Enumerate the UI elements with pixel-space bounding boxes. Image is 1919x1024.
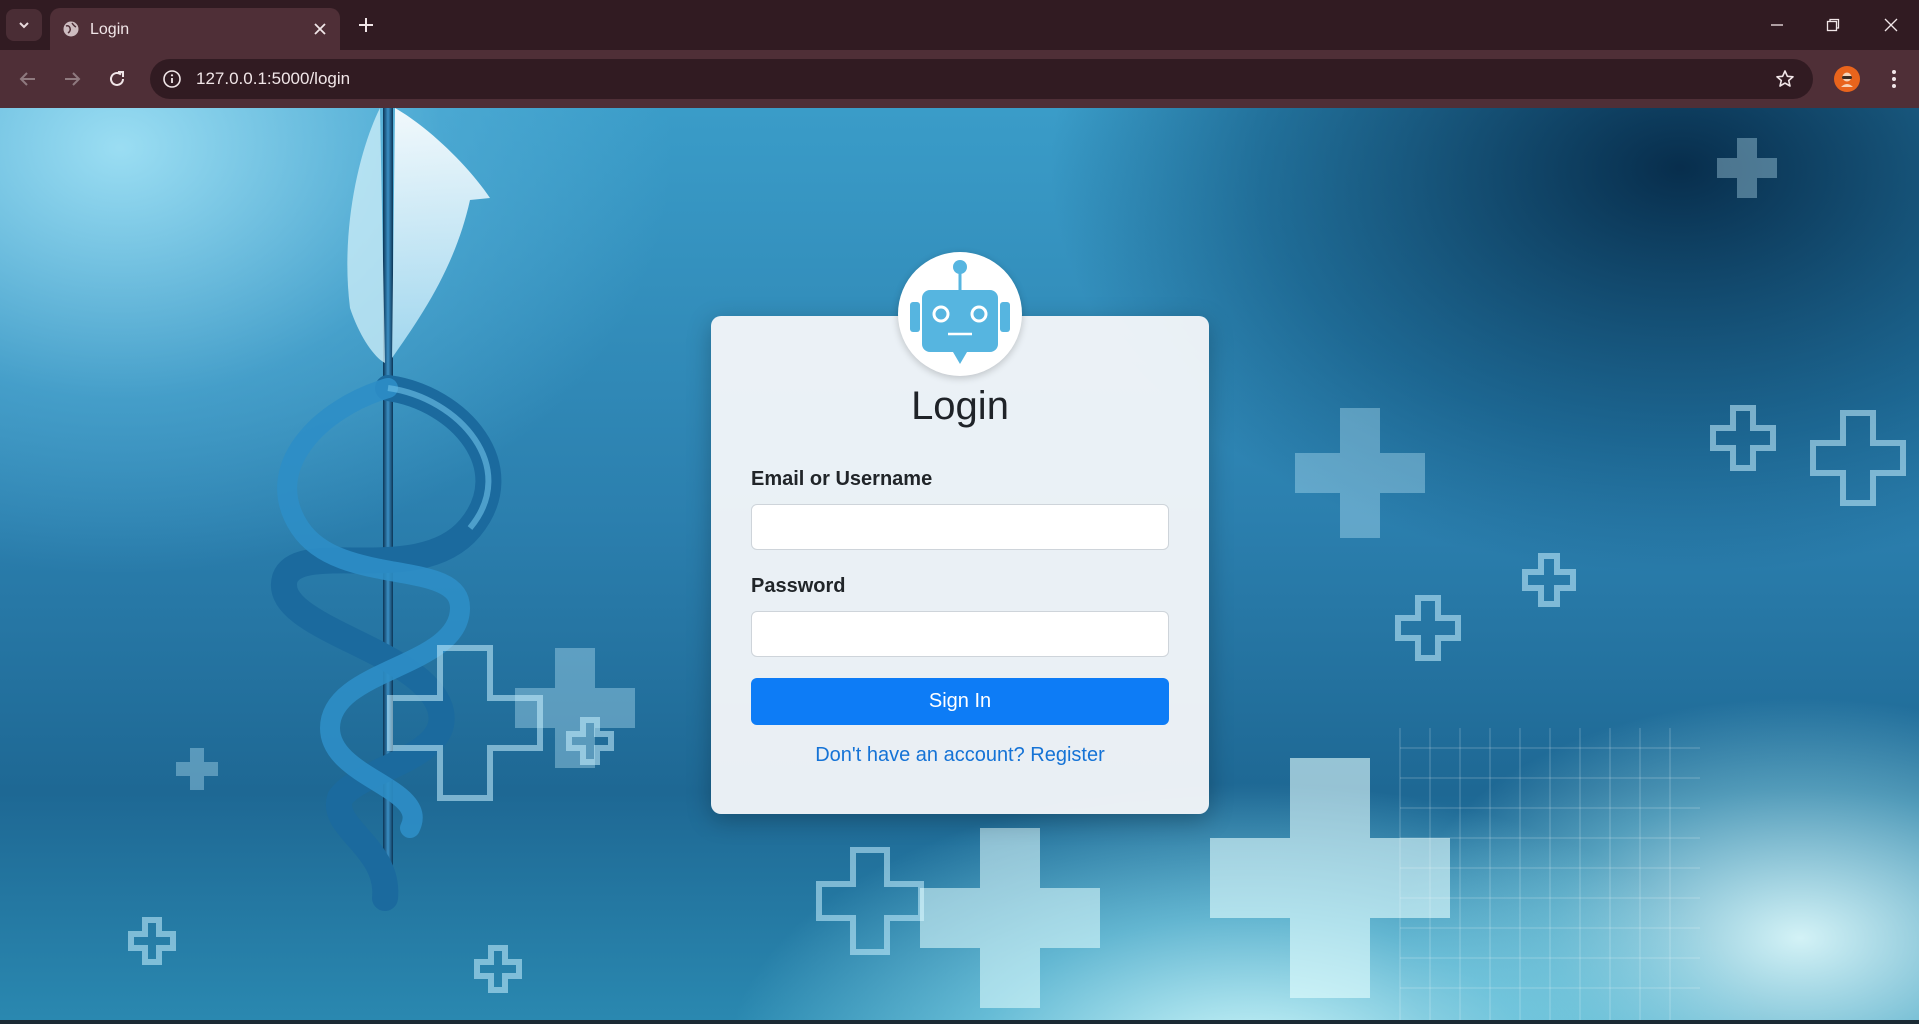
sign-in-button[interactable]: Sign In — [751, 678, 1169, 725]
window-close-icon — [1884, 18, 1898, 32]
reload-button[interactable] — [103, 65, 131, 93]
site-info-button[interactable] — [160, 67, 184, 91]
wing-left — [347, 108, 385, 363]
restore-button[interactable] — [1818, 10, 1848, 40]
robot-icon — [910, 260, 1010, 364]
forward-button[interactable] — [58, 65, 86, 93]
browser-toolbar: 127.0.0.1:5000/login — [0, 50, 1919, 108]
plus-icon — [359, 18, 373, 32]
minimize-icon — [1771, 24, 1783, 26]
password-field[interactable] — [751, 611, 1169, 657]
login-title: Login — [911, 384, 1009, 428]
browser-tab-strip: Login — [0, 0, 1919, 50]
address-bar[interactable]: 127.0.0.1:5000/login — [150, 59, 1813, 99]
site-info-icon — [163, 70, 181, 88]
reload-icon — [110, 71, 124, 86]
chevron-down-icon — [19, 22, 29, 29]
url-text: 127.0.0.1:5000/login — [196, 69, 351, 88]
profile-icon — [1841, 72, 1853, 87]
avatar — [898, 252, 1022, 376]
kebab-menu-icon — [1892, 70, 1896, 88]
star-icon — [1776, 70, 1794, 87]
tab-close-button[interactable] — [310, 19, 330, 39]
email-field[interactable] — [751, 504, 1169, 550]
bookmark-button[interactable] — [1773, 67, 1797, 91]
restore-icon — [1826, 18, 1840, 32]
tab-list-button[interactable] — [6, 9, 42, 41]
globe-icon — [63, 21, 79, 37]
tab-title: Login — [90, 21, 130, 38]
browser-menu-button[interactable] — [1880, 65, 1908, 93]
window-close-button[interactable] — [1876, 10, 1906, 40]
back-button[interactable] — [14, 65, 42, 93]
close-icon — [314, 23, 326, 35]
new-tab-button[interactable] — [354, 13, 378, 37]
minimize-button[interactable] — [1762, 10, 1792, 40]
register-link[interactable]: Don't have an account? Register — [711, 744, 1209, 767]
forward-icon — [65, 72, 81, 86]
profile-avatar[interactable] — [1834, 66, 1860, 92]
bottom-edge — [0, 1020, 1919, 1024]
login-card: Login Email or Username Password Sign In… — [711, 316, 1209, 814]
password-label: Password — [751, 575, 846, 597]
back-icon — [19, 72, 35, 86]
wing-right — [392, 108, 490, 358]
browser-tab[interactable]: Login — [50, 8, 340, 50]
email-label: Email or Username — [751, 468, 933, 490]
